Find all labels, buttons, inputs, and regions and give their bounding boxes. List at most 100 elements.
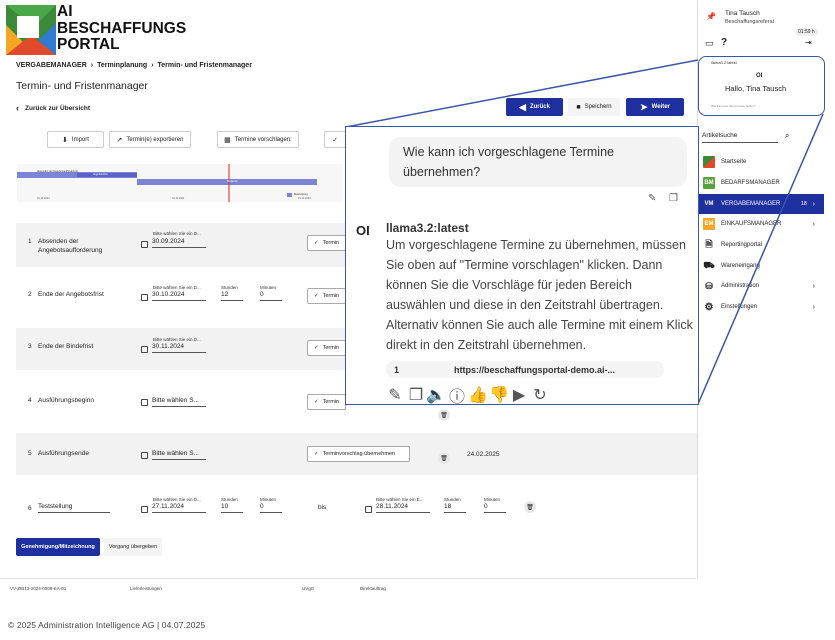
row-number: 4 — [28, 397, 32, 404]
source-url: https://beschaffungsportal-demo.ai-... — [454, 364, 616, 375]
back-button[interactable]: ◀ Zurück — [506, 98, 563, 116]
gear-icon: ⚙ — [704, 301, 714, 313]
sidebar-item-wareneingang[interactable]: ⛟ Wareneingang — [698, 256, 824, 276]
date-input[interactable]: 27.11.2024 — [152, 503, 206, 513]
chat-panel-zoom: Wie kann ich vorgeschlagene Termine über… — [345, 126, 699, 406]
help-icon[interactable]: ? — [721, 37, 727, 48]
back-to-overview-link[interactable]: ‹ Zurück zur Übersicht — [16, 103, 90, 113]
logout-icon[interactable]: ⇥ — [805, 38, 812, 47]
bm-icon: BM — [703, 177, 715, 189]
minutes-stepper[interactable]: 0 — [260, 503, 282, 513]
hours-stepper[interactable]: 12 — [221, 291, 243, 301]
sidebar-item-vergabemanager[interactable]: VM VERGABEMANAGER 18 › — [698, 194, 824, 214]
breadcrumb-item[interactable]: Terminplanung — [97, 62, 147, 69]
row-label: Ende der Bindefrist — [38, 343, 94, 350]
procedure-id: VV-ZIB13-2024-0008-EA-01 — [10, 586, 67, 591]
hours-stepper[interactable]: 18 — [444, 503, 466, 513]
calendar-icon[interactable] — [141, 294, 148, 301]
gantt-bar-label: Angebotsfrist — [93, 173, 108, 176]
trash-icon[interactable]: 🗑 — [438, 409, 450, 421]
pin-icon[interactable]: 📌 — [706, 12, 716, 21]
handover-button[interactable]: Vorgang übergeben — [104, 538, 162, 556]
calendar-icon[interactable] — [141, 506, 148, 513]
speaker-icon[interactable]: 🔈 — [426, 387, 446, 404]
sidebar-item-einkaufsmanager[interactable]: EM EINKAUFSMANAGER › — [698, 214, 824, 234]
sidebar-item-administration[interactable]: ⛁ Administration › — [698, 276, 824, 296]
gantt-legend: Bearbeitung — [294, 193, 308, 196]
edit-icon[interactable]: ✎ — [388, 387, 402, 404]
minutes-stepper[interactable]: 0 — [484, 503, 506, 513]
thumbs-down-icon[interactable]: 👎 — [489, 387, 509, 404]
mini-chat-input[interactable]: Wie kann ich Ihnen heute helfen? — [711, 104, 756, 108]
save-button[interactable]: ■ Speichern — [568, 98, 620, 116]
search-icon[interactable]: ⌕ — [785, 131, 789, 141]
mini-chat-window[interactable]: llama3.2:latest OI Hallo, Tina Tausch Wi… — [698, 56, 825, 116]
check-icon: ✓ — [314, 293, 319, 299]
gantt-tick-label: 01.12.2024 — [298, 197, 311, 200]
chevron-right-icon: › — [812, 303, 815, 311]
row-number: 5 — [28, 450, 32, 457]
home-icon — [703, 156, 715, 168]
chevron-right-icon: › — [90, 62, 94, 69]
approval-button[interactable]: Genehmigung/Mitzeichnung — [16, 538, 100, 556]
suggestion-button[interactable]: ✓ Termin — [307, 340, 346, 356]
play-icon[interactable]: ▶ — [512, 387, 526, 404]
gantt-bar-label: Absenden der Angebotsaufforderung — [37, 170, 78, 173]
trash-icon[interactable]: 🗑 — [438, 452, 450, 464]
info-icon[interactable]: ⓘ — [449, 388, 465, 406]
page-title: Termin- und Fristenmanager — [16, 80, 148, 92]
trash-icon[interactable]: 🗑 — [524, 501, 536, 513]
mini-chat-model: llama3.2:latest — [711, 60, 737, 65]
minutes-stepper[interactable]: 0 — [260, 291, 282, 301]
timeline-gantt: Absenden der Angebotsaufforderung Angebo… — [17, 164, 342, 202]
calendar-icon: ▦ — [224, 136, 231, 144]
arrow-left-icon: ◀ — [519, 101, 526, 112]
sidebar-item-home[interactable]: Startseite — [698, 152, 824, 172]
calendar-icon[interactable] — [141, 241, 148, 248]
sidebar-item-bedarfsmanager[interactable]: BM BEDARFSMANAGER — [698, 173, 824, 193]
import-button[interactable]: ⬇ Import — [47, 131, 104, 148]
row-number: 6 — [28, 505, 32, 512]
export-button[interactable]: ↗ Termin(e) exportieren — [109, 131, 191, 148]
confirm-suggestion-button[interactable]: ✓ — [324, 131, 346, 148]
date-input[interactable]: 30.10.2024 — [152, 291, 206, 301]
field-hint: Bitte wählen Sie ein D... — [153, 497, 201, 502]
copy-icon[interactable]: ❐ — [669, 193, 678, 204]
source-citation[interactable]: 1 https://beschaffungsportal-demo.ai-... — [386, 361, 664, 378]
calendar-icon[interactable] — [141, 346, 148, 353]
sidebar-item-reporting[interactable]: 🗎 Reportingportal — [698, 235, 824, 255]
calendar-icon[interactable] — [141, 399, 148, 406]
procedure-kind: Direktauftrag — [360, 586, 386, 591]
copy-icon[interactable]: ❐ — [409, 387, 423, 404]
edit-icon[interactable]: ✎ — [648, 193, 656, 204]
assistant-avatar: OI — [356, 223, 370, 238]
breadcrumb-item[interactable]: VERGABEMANAGER — [16, 62, 87, 69]
next-button[interactable]: ➤ Weiter — [626, 98, 684, 116]
field-hint: Minuten — [260, 497, 277, 502]
check-icon: ✓ — [314, 240, 319, 246]
date-input[interactable]: 30.09.2024 — [152, 238, 206, 248]
date-input[interactable]: Bitte wählen S... — [152, 450, 206, 460]
field-hint: Stunden — [444, 497, 461, 502]
chevron-left-icon: ‹ — [16, 103, 19, 113]
apply-suggestion-button[interactable]: ✓ Terminvorschlag übernehmen — [307, 446, 410, 462]
suggestion-button[interactable]: ✓ Termin — [307, 288, 346, 304]
end-date-input[interactable]: 28.11.2024 — [376, 503, 430, 513]
date-input[interactable]: 30.11.2024 — [152, 343, 206, 353]
calendar-icon[interactable] — [365, 506, 372, 513]
sidebar-item-settings[interactable]: ⚙ Einstellungen › — [698, 297, 824, 317]
field-hint: Bitte wählen Sie ein D... — [153, 231, 201, 236]
suggestion-button[interactable]: ✓ Termin — [307, 394, 346, 410]
regenerate-icon[interactable]: ↻ — [533, 387, 547, 404]
chevron-right-icon: › — [812, 220, 815, 228]
date-input[interactable]: Bitte wählen S... — [152, 397, 206, 407]
suggestion-button[interactable]: ✓ Termin — [307, 235, 346, 251]
calendar-icon[interactable] — [141, 452, 148, 459]
suggest-dates-button[interactable]: ▦ Termine vorschlagen: — [217, 131, 299, 148]
article-search-input[interactable]: Artikelsuche — [702, 132, 778, 143]
hours-stepper[interactable]: 10 — [221, 503, 243, 513]
thumbs-up-icon[interactable]: 👍 — [468, 387, 488, 404]
row-number: 3 — [28, 343, 32, 350]
row-label-input[interactable]: Teststellung — [38, 503, 110, 513]
chat-icon[interactable]: ▭ — [705, 38, 714, 49]
